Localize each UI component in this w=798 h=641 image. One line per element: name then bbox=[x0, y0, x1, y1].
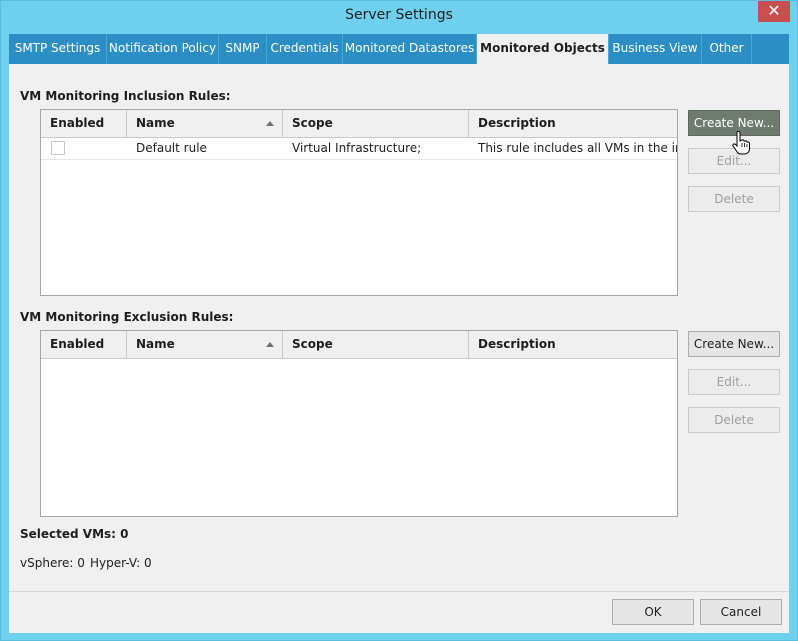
selected-vms-label: Selected VMs: 0 bbox=[20, 527, 129, 541]
close-icon: ✕ bbox=[767, 1, 781, 20]
monitored-objects-panel: VM Monitoring Inclusion Rules: Enabled N… bbox=[9, 64, 789, 591]
exclusion-grid-header: Enabled Name Scope Description bbox=[41, 331, 677, 359]
dialog-footer: OK Cancel bbox=[9, 591, 789, 633]
exclusion-create-new-button[interactable]: Create New... bbox=[688, 331, 780, 357]
exclusion-rules-heading: VM Monitoring Exclusion Rules: bbox=[20, 310, 234, 324]
window-title: Server Settings bbox=[345, 7, 453, 23]
title-bar[interactable]: Server Settings ✕ bbox=[1, 1, 797, 33]
column-description[interactable]: Description bbox=[469, 110, 677, 137]
tab-strip: SMTP Settings Notification Policy SNMP C… bbox=[9, 34, 789, 65]
tab-monitored-objects[interactable]: Monitored Objects bbox=[477, 34, 609, 65]
column-enabled[interactable]: Enabled bbox=[41, 110, 127, 137]
column-enabled[interactable]: Enabled bbox=[41, 331, 127, 358]
sort-ascending-icon bbox=[266, 121, 274, 126]
inclusion-rules-grid: Enabled Name Scope Description Default r… bbox=[40, 109, 678, 296]
column-name-label: Name bbox=[136, 116, 175, 130]
rule-name-cell: Default rule bbox=[136, 141, 207, 155]
tab-snmp[interactable]: SNMP bbox=[219, 34, 267, 64]
exclusion-delete-button[interactable]: Delete bbox=[688, 407, 780, 433]
ok-button[interactable]: OK bbox=[612, 599, 694, 625]
table-row[interactable]: Default rule Virtual Infrastructure; Thi… bbox=[41, 138, 677, 160]
tab-credentials[interactable]: Credentials bbox=[267, 34, 343, 64]
vsphere-count: vSphere: 0 bbox=[20, 556, 85, 570]
enabled-checkbox[interactable] bbox=[51, 141, 65, 155]
exclusion-rules-grid: Enabled Name Scope Description bbox=[40, 330, 678, 517]
column-name[interactable]: Name bbox=[127, 331, 283, 358]
hand-pointer-icon bbox=[732, 131, 750, 155]
hyperv-count: Hyper-V: 0 bbox=[90, 556, 152, 570]
tab-smtp-settings[interactable]: SMTP Settings bbox=[9, 34, 107, 64]
rule-scope-cell: Virtual Infrastructure; bbox=[292, 141, 422, 155]
enabled-cell bbox=[41, 138, 127, 159]
tab-other[interactable]: Other bbox=[702, 34, 752, 64]
exclusion-edit-button[interactable]: Edit... bbox=[688, 369, 780, 395]
column-name-label: Name bbox=[136, 337, 175, 351]
column-scope[interactable]: Scope bbox=[283, 110, 469, 137]
column-name[interactable]: Name bbox=[127, 110, 283, 137]
inclusion-grid-header: Enabled Name Scope Description bbox=[41, 110, 677, 138]
inclusion-delete-button[interactable]: Delete bbox=[688, 186, 780, 212]
column-description[interactable]: Description bbox=[469, 331, 677, 358]
tab-notification-policy[interactable]: Notification Policy bbox=[107, 34, 219, 64]
sort-ascending-icon bbox=[266, 342, 274, 347]
server-settings-window: Server Settings ✕ SMTP Settings Notifica… bbox=[0, 0, 798, 641]
rule-description-cell: This rule includes all VMs in the in... bbox=[478, 141, 677, 155]
close-button[interactable]: ✕ bbox=[758, 1, 790, 22]
column-scope[interactable]: Scope bbox=[283, 331, 469, 358]
cancel-button[interactable]: Cancel bbox=[700, 599, 782, 625]
tab-monitored-datastores[interactable]: Monitored Datastores bbox=[343, 34, 477, 64]
tab-business-view[interactable]: Business View bbox=[609, 34, 702, 64]
inclusion-rules-heading: VM Monitoring Inclusion Rules: bbox=[20, 89, 231, 103]
